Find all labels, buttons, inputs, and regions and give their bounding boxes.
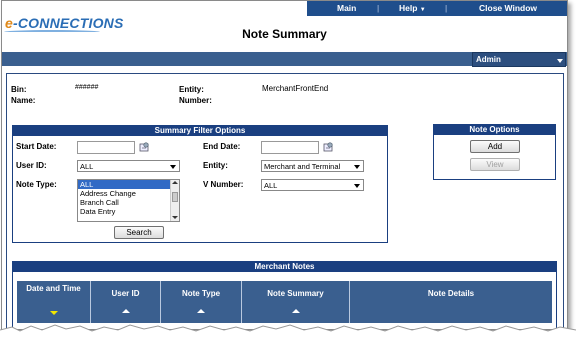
nav-separator: | [377, 3, 380, 13]
column-note-type[interactable]: Note Type [161, 281, 242, 323]
note-type-listbox[interactable]: ALL Address Change Branch Call Data Entr… [77, 179, 180, 222]
end-date-label: End Date: [203, 142, 241, 151]
sort-asc-icon[interactable] [291, 309, 300, 313]
column-note-summary[interactable]: Note Summary [242, 281, 350, 323]
role-select[interactable]: Admin [472, 52, 566, 67]
search-button[interactable]: Search [114, 226, 164, 239]
column-header-label: User ID [111, 289, 140, 298]
scroll-thumb[interactable] [172, 192, 178, 202]
start-date-input[interactable] [77, 141, 135, 154]
sort-desc-icon[interactable] [49, 311, 58, 315]
note-type-option[interactable]: Address Change [78, 189, 179, 198]
add-note-button[interactable]: Add [470, 140, 520, 153]
note-options-title: Note Options [434, 125, 555, 135]
chevron-down-icon [557, 59, 563, 63]
calendar-icon[interactable] [139, 142, 150, 152]
nav-main-link[interactable]: Main [337, 3, 356, 13]
role-value: Admin [476, 55, 501, 64]
vnumber-value: ALL [264, 181, 278, 190]
user-id-label: User ID: [16, 161, 47, 170]
entity-filter-value: Merchant and Terminal [264, 162, 341, 171]
scroll-down-icon [172, 216, 178, 219]
merchant-notes-panel: Merchant Notes Date and Time User ID Not… [12, 261, 557, 329]
notes-grid-header: Date and Time User ID Note Type Note Sum… [17, 281, 552, 323]
column-header-label: Note Summary [267, 289, 324, 298]
column-header-label: Note Details [427, 289, 475, 298]
vnumber-label: V Number: [203, 180, 244, 189]
column-user-id[interactable]: User ID [91, 281, 161, 323]
view-note-button[interactable]: View [470, 158, 520, 171]
entity-filter-label: Entity: [203, 161, 228, 170]
main-content: Bin: ###### Name: Entity: MerchantFrontE… [6, 73, 564, 329]
start-date-label: Start Date: [16, 142, 57, 151]
note-type-label: Note Type: [16, 180, 57, 189]
summary-filter-panel: Summary Filter Options Start Date: End D… [12, 125, 388, 243]
name-label: Name: [11, 96, 36, 105]
entity-value: MerchantFrontEnd [262, 84, 329, 93]
note-type-option[interactable]: Branch Call [78, 198, 179, 207]
column-date-time[interactable]: Date and Time [17, 281, 91, 323]
nav-help-menu[interactable]: Help ▼ [399, 3, 426, 13]
sort-asc-icon[interactable] [197, 309, 205, 313]
top-nav: Main | Help ▼ | Close Window [307, 1, 567, 16]
number-label: Number: [179, 96, 212, 105]
chevron-down-icon [354, 184, 360, 188]
calendar-icon[interactable] [323, 142, 334, 152]
entity-select[interactable]: Merchant and Terminal [261, 160, 364, 172]
page-title: Note Summary [242, 27, 327, 41]
sort-asc-icon[interactable] [121, 309, 130, 313]
column-note-details[interactable]: Note Details [350, 281, 552, 323]
nav-help-label: Help [399, 3, 418, 13]
bin-value: ###### [75, 84, 99, 91]
chevron-down-icon [170, 165, 176, 169]
torn-edge [0, 324, 576, 342]
chevron-down-icon [354, 165, 360, 169]
note-options-panel: Note Options Add View [433, 124, 556, 180]
bin-label: Bin: [11, 85, 27, 94]
user-id-value: ALL [80, 162, 94, 171]
chevron-down-icon: ▼ [419, 7, 426, 13]
user-id-select[interactable]: ALL [77, 160, 180, 172]
column-header-label: Date and Time [26, 284, 81, 293]
end-date-input[interactable] [261, 141, 319, 154]
nav-close-window-link[interactable]: Close Window [479, 3, 537, 13]
note-type-option[interactable]: Data Entry [78, 207, 179, 216]
note-type-option[interactable]: ALL [78, 180, 179, 189]
merchant-notes-title: Merchant Notes [13, 262, 556, 272]
scroll-up-icon [172, 181, 178, 184]
listbox-scrollbar[interactable] [170, 180, 179, 221]
vnumber-select[interactable]: ALL [261, 179, 364, 191]
entity-label: Entity: [179, 85, 204, 94]
app-window: Main | Help ▼ | Close Window e-CONNECTIO… [1, 0, 568, 330]
summary-filter-title: Summary Filter Options [13, 126, 387, 136]
column-header-label: Note Type [181, 289, 221, 298]
nav-separator: | [445, 3, 448, 13]
